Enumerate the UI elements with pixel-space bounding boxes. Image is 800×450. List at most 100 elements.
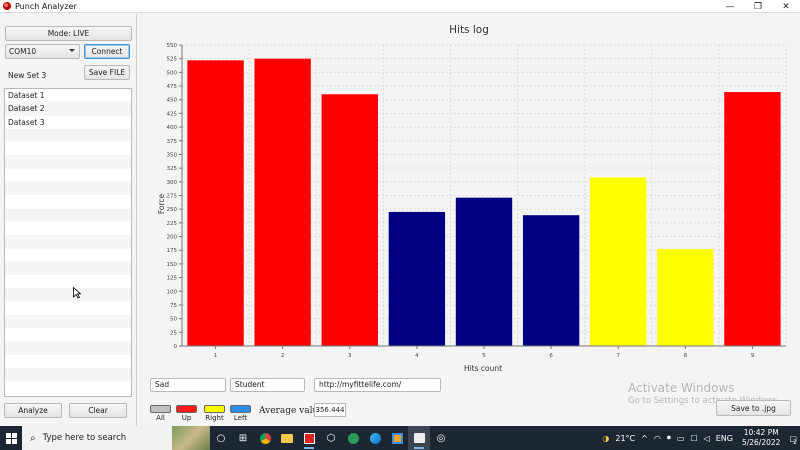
legend-toggle-left[interactable]: Left bbox=[230, 405, 251, 422]
empty-list-row bbox=[5, 195, 131, 208]
y-tick-label: 375 bbox=[167, 139, 178, 145]
camera-app-icon[interactable]: ◎ bbox=[430, 426, 452, 450]
set-name-label: New Set 3 bbox=[8, 71, 47, 80]
empty-list-row bbox=[5, 208, 131, 222]
dataset-list[interactable]: Dataset 1 Dataset 2 Dataset 3 bbox=[4, 88, 132, 397]
bar[interactable] bbox=[455, 197, 513, 346]
bar[interactable] bbox=[321, 94, 378, 346]
game-app-icon[interactable] bbox=[342, 426, 364, 450]
volume-icon[interactable]: ◁ bbox=[704, 434, 710, 443]
analyze-button[interactable]: Analyze bbox=[4, 403, 62, 418]
clock-date: 5/26/2022 bbox=[741, 438, 781, 447]
widgets-icon[interactable]: ⊞ bbox=[232, 426, 254, 450]
box-app-icon[interactable]: ⬡ bbox=[320, 426, 342, 450]
y-tick-label: 300 bbox=[167, 180, 178, 186]
y-tick-label: 100 bbox=[167, 289, 178, 295]
x-tick-label: 6 bbox=[549, 353, 553, 359]
x-tick-label: 7 bbox=[616, 353, 620, 359]
port-select[interactable]: COM10 bbox=[5, 44, 80, 59]
microphone-icon[interactable]: ⏺ bbox=[667, 433, 671, 443]
clear-button[interactable]: Clear bbox=[69, 403, 127, 418]
title-bar: Punch Analyzer — ❐ ✕ bbox=[0, 0, 800, 13]
bar-chart: 0255075100125150175200225250275300325350… bbox=[157, 43, 787, 373]
minimize-button[interactable]: — bbox=[716, 0, 744, 13]
file-explorer-icon[interactable] bbox=[276, 426, 298, 450]
bar[interactable] bbox=[187, 60, 244, 346]
list-item[interactable]: Dataset 3 bbox=[5, 116, 131, 129]
empty-list-row bbox=[5, 315, 131, 329]
y-tick-label: 500 bbox=[167, 70, 178, 76]
activation-watermark-title: Activate Windows bbox=[628, 381, 735, 395]
legend-toggle-right[interactable]: Right bbox=[204, 405, 225, 422]
x-tick-label: 4 bbox=[415, 353, 419, 359]
ide-icon[interactable] bbox=[298, 426, 320, 450]
y-tick-label: 175 bbox=[167, 248, 178, 254]
legend-toggle-all[interactable]: All bbox=[150, 405, 171, 422]
battery-icon[interactable]: ▭ bbox=[677, 434, 685, 443]
store-app-icon[interactable] bbox=[386, 426, 408, 450]
list-item[interactable]: Dataset 2 bbox=[5, 102, 131, 116]
field-role[interactable]: Student bbox=[230, 378, 305, 392]
bar[interactable] bbox=[657, 249, 714, 346]
empty-list-row bbox=[5, 368, 131, 382]
bar[interactable] bbox=[724, 92, 781, 346]
main-panel: Hits log 0 25 50 75 100 125 150 175 200 225 250 275… bbox=[138, 14, 800, 426]
bar[interactable] bbox=[388, 211, 446, 346]
x-tick-label: 1 bbox=[214, 353, 218, 359]
chrome-icon[interactable] bbox=[254, 426, 276, 450]
taskbar: ⌕ Type here to search ○ ⊞ ⬡ ◎ ◑ 21°C ^ ◠… bbox=[0, 426, 800, 450]
clock[interactable]: 10:42 PM 5/26/2022 bbox=[742, 428, 780, 448]
list-item[interactable]: Dataset 1 bbox=[5, 89, 131, 102]
legend-swatch bbox=[230, 405, 251, 413]
system-tray: ◑ 21°C ^ ◠ ⏺ ▭ ☐ ◁ ENG 10:42 PM 5/26/202… bbox=[599, 426, 800, 450]
edge-icon[interactable] bbox=[364, 426, 386, 450]
mouse-cursor-icon bbox=[73, 287, 81, 299]
chevron-down-icon bbox=[69, 49, 75, 52]
bar[interactable] bbox=[254, 58, 311, 346]
field-emotion[interactable]: Sad bbox=[150, 378, 226, 392]
y-tick-label: 200 bbox=[167, 235, 178, 241]
x-tick-label: 8 bbox=[684, 353, 688, 359]
y-tick-label: 550 bbox=[167, 43, 178, 49]
search-icon: ⌕ bbox=[30, 432, 36, 444]
x-tick-label: 3 bbox=[348, 353, 352, 359]
taskbar-search[interactable]: ⌕ Type here to search bbox=[22, 426, 172, 450]
empty-list-row bbox=[5, 261, 131, 276]
x-tick-label: 2 bbox=[281, 353, 285, 359]
empty-list-row bbox=[5, 155, 131, 169]
notification-icon[interactable]: ▢ 2 bbox=[789, 434, 797, 446]
legend-label: Up bbox=[181, 414, 192, 422]
notification-count: 2 bbox=[793, 438, 797, 446]
y-tick-label: 125 bbox=[167, 276, 178, 282]
save-jpg-button[interactable]: Save to .jpg bbox=[716, 400, 791, 416]
wifi-icon[interactable]: ◠ bbox=[654, 434, 661, 443]
field-url[interactable]: http://myfittelife.com/ bbox=[314, 378, 441, 392]
window-title: Punch Analyzer bbox=[15, 1, 77, 11]
network-icon[interactable]: ☐ bbox=[690, 434, 697, 443]
start-button[interactable] bbox=[0, 426, 22, 450]
y-tick-label: 50 bbox=[170, 317, 177, 323]
tray-chevron-icon[interactable]: ^ bbox=[641, 434, 648, 443]
punch-analyzer-taskbar-icon[interactable] bbox=[408, 426, 430, 450]
task-view-icon[interactable]: ○ bbox=[210, 426, 232, 450]
weather-icon: ◑ bbox=[602, 433, 610, 443]
y-tick-label: 0 bbox=[174, 344, 178, 350]
y-tick-label: 525 bbox=[167, 57, 178, 63]
legend-label: Right bbox=[205, 414, 224, 422]
temperature[interactable]: 21°C bbox=[615, 434, 635, 443]
maximize-button[interactable]: ❐ bbox=[744, 0, 772, 13]
bar[interactable] bbox=[522, 215, 580, 346]
language-indicator[interactable]: ENG bbox=[716, 434, 733, 443]
empty-list-row bbox=[5, 128, 131, 143]
left-panel: Mode: LIVE COM10 Connect New Set 3 Save … bbox=[0, 14, 137, 426]
bar[interactable] bbox=[590, 177, 647, 346]
mode-button[interactable]: Mode: LIVE bbox=[5, 26, 132, 41]
y-tick-label: 25 bbox=[170, 330, 177, 336]
legend-toggle-up[interactable]: Up bbox=[176, 405, 197, 422]
empty-list-row bbox=[5, 288, 131, 302]
y-tick-label: 75 bbox=[170, 303, 177, 309]
empty-list-row bbox=[5, 341, 131, 355]
close-button[interactable]: ✕ bbox=[772, 0, 800, 13]
save-file-button[interactable]: Save FILE bbox=[84, 65, 130, 80]
connect-button[interactable]: Connect bbox=[84, 44, 130, 59]
